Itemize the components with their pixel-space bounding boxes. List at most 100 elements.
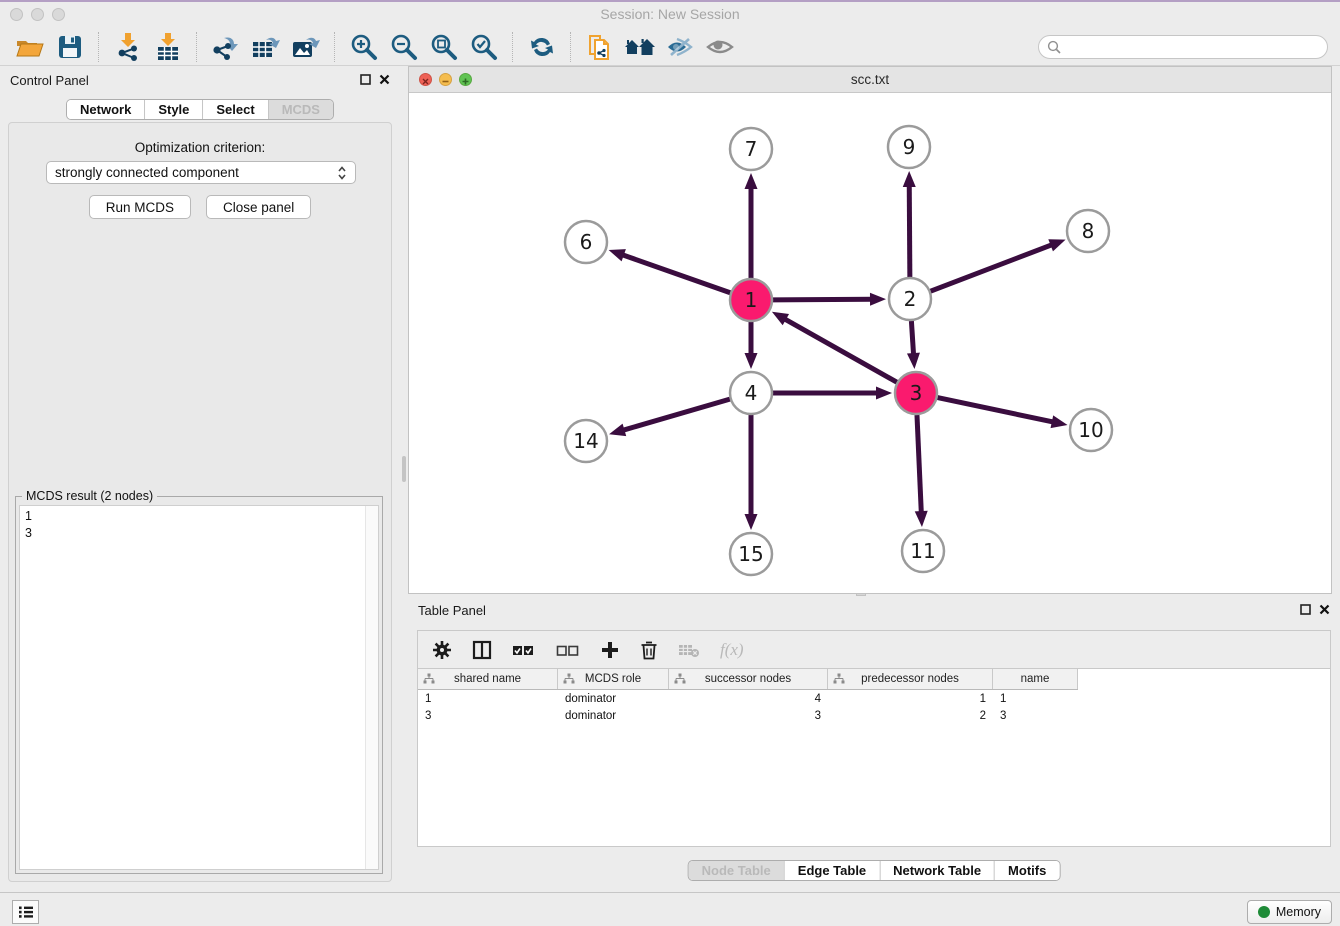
- graph-edge-arrowhead: [609, 249, 626, 261]
- table-cell[interactable]: dominator: [558, 693, 669, 705]
- graph-edge-arrowhead: [1051, 415, 1068, 428]
- graph-edge[interactable]: [621, 254, 730, 292]
- zoom-out-button[interactable]: [387, 31, 421, 63]
- graph-edge-arrowhead: [907, 353, 920, 369]
- close-panel-icon[interactable]: [1319, 604, 1330, 615]
- table-cell[interactable]: 3: [669, 710, 828, 722]
- table-row[interactable]: 1dominator411: [418, 690, 1078, 707]
- save-session-icon: [57, 34, 83, 60]
- zoom-fit-button[interactable]: [427, 31, 461, 63]
- function-builder-icon[interactable]: f(x): [720, 640, 744, 660]
- home-icon: [623, 34, 657, 60]
- search-field[interactable]: [1038, 35, 1328, 59]
- graph-edge[interactable]: [911, 321, 913, 356]
- export-table-icon: [251, 32, 281, 62]
- layout-refresh-icon: [528, 34, 556, 60]
- table-cell[interactable]: 3: [993, 710, 1078, 722]
- task-history-button[interactable]: [12, 900, 39, 924]
- unselect-all-icon[interactable]: [556, 642, 580, 658]
- tab-network[interactable]: Network: [67, 100, 144, 119]
- graph-edge[interactable]: [938, 398, 1055, 423]
- open-file-button[interactable]: [13, 31, 47, 63]
- export-network-button[interactable]: [209, 31, 243, 63]
- network-canvas[interactable]: 7968124314101511: [409, 93, 1331, 593]
- graph-edge[interactable]: [773, 299, 873, 300]
- column-header-mcds-role[interactable]: MCDS role: [558, 669, 669, 689]
- table-row[interactable]: 3dominator323: [418, 707, 1078, 724]
- table-cell[interactable]: 3: [418, 710, 558, 722]
- hide-selected-button[interactable]: [663, 31, 697, 63]
- search-input[interactable]: [1066, 39, 1319, 55]
- zoom-in-button[interactable]: [347, 31, 381, 63]
- column-header-predecessor-nodes[interactable]: predecessor nodes: [828, 669, 993, 689]
- graph-edge[interactable]: [622, 399, 730, 431]
- table-cell[interactable]: 1: [993, 693, 1078, 705]
- graph-edge-arrowhead: [870, 293, 886, 306]
- layout-refresh-button[interactable]: [525, 31, 559, 63]
- zoom-fit-icon: [430, 33, 458, 61]
- run-mcds-button[interactable]: Run MCDS: [89, 195, 191, 219]
- home-button[interactable]: [623, 31, 657, 63]
- vertical-splitter[interactable]: [400, 66, 408, 892]
- float-panel-icon[interactable]: [1300, 604, 1311, 615]
- toolbar-separator: [334, 32, 336, 62]
- table-cell[interactable]: 4: [669, 693, 828, 705]
- table-cell[interactable]: dominator: [558, 710, 669, 722]
- tab-style[interactable]: Style: [144, 100, 202, 119]
- zoom-in-icon: [350, 33, 378, 61]
- save-session-button[interactable]: [53, 31, 87, 63]
- graph-edge[interactable]: [917, 415, 921, 514]
- optimization-criterion-dropdown[interactable]: strongly connected component: [46, 161, 356, 184]
- graph-node-label: 3: [910, 381, 923, 405]
- tab-network-table[interactable]: Network Table: [879, 861, 994, 880]
- table-cell[interactable]: 1: [418, 693, 558, 705]
- hierarchy-icon: [833, 673, 845, 684]
- export-network-icon: [211, 32, 241, 62]
- table-cell[interactable]: 1: [828, 693, 993, 705]
- mcds-result-box[interactable]: 1 3: [19, 505, 379, 870]
- zoom-selected-button[interactable]: [467, 31, 501, 63]
- hierarchy-icon: [563, 673, 575, 684]
- clone-network-button[interactable]: [583, 31, 617, 63]
- open-file-icon: [15, 34, 45, 60]
- memory-button[interactable]: Memory: [1247, 900, 1332, 924]
- import-table-button[interactable]: [151, 31, 185, 63]
- result-scrollbar[interactable]: [365, 506, 378, 869]
- graph-edge[interactable]: [909, 184, 910, 277]
- gear-icon[interactable]: [432, 640, 452, 660]
- export-image-button[interactable]: [289, 31, 323, 63]
- export-table-button[interactable]: [249, 31, 283, 63]
- tab-select[interactable]: Select: [202, 100, 267, 119]
- mcds-result-title: MCDS result (2 nodes): [22, 489, 157, 503]
- graph-edge-arrowhead: [745, 514, 758, 530]
- show-all-icon: [705, 36, 735, 58]
- column-header-name[interactable]: name: [993, 669, 1078, 689]
- show-all-button[interactable]: [703, 31, 737, 63]
- chevron-up-down-icon: [337, 165, 347, 181]
- select-all-icon[interactable]: [512, 642, 536, 658]
- graph-node-label: 7: [745, 137, 758, 161]
- tab-motifs[interactable]: Motifs: [994, 861, 1059, 880]
- delete-column-icon[interactable]: [640, 640, 658, 660]
- import-network-button[interactable]: [111, 31, 145, 63]
- tab-edge-table[interactable]: Edge Table: [784, 861, 879, 880]
- table-cell[interactable]: 2: [828, 710, 993, 722]
- graph-edge[interactable]: [783, 318, 897, 382]
- graph-edge-arrowhead: [915, 511, 928, 527]
- mcds-panel: Optimization criterion: strongly connect…: [8, 122, 392, 882]
- tab-node-table[interactable]: Node Table: [689, 861, 784, 880]
- graph-edge[interactable]: [931, 244, 1054, 291]
- delete-table-icon[interactable]: [678, 642, 700, 658]
- close-panel-button[interactable]: Close panel: [206, 195, 311, 219]
- graph-node-label: 8: [1082, 219, 1095, 243]
- add-column-icon[interactable]: [600, 640, 620, 660]
- control-panel-tabs: NetworkStyleSelectMCDS: [66, 99, 334, 120]
- column-header-successor-nodes[interactable]: successor nodes: [669, 669, 828, 689]
- column-header-shared-name[interactable]: shared name: [418, 669, 558, 689]
- import-table-icon: [155, 32, 181, 62]
- float-panel-icon[interactable]: [360, 74, 371, 85]
- close-panel-icon[interactable]: [379, 74, 390, 85]
- tab-mcds[interactable]: MCDS: [268, 100, 333, 119]
- columns-icon[interactable]: [472, 640, 492, 660]
- network-title: scc.txt: [409, 72, 1331, 87]
